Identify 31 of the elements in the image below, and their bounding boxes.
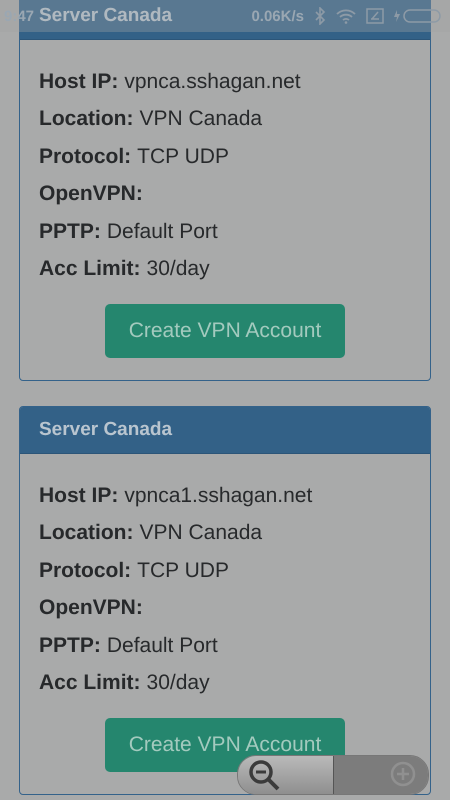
field-label: Host IP: (39, 484, 118, 508)
sim-icon (366, 8, 384, 24)
field-value: VPN Canada (140, 107, 262, 132)
network-speed: 0.06K/s (251, 8, 304, 24)
field-label: PPTP: (39, 220, 101, 244)
field-label: Acc Limit: (39, 671, 141, 696)
field-label: Protocol: (39, 558, 132, 583)
field-value: VPN Canada (140, 521, 262, 546)
bluetooth-icon (314, 7, 326, 25)
field-label: Acc Limit: (39, 257, 141, 282)
zoom-out-button[interactable] (238, 756, 334, 794)
field-value: 30/day (146, 257, 210, 282)
field-label: Location: (39, 107, 134, 132)
field-value: vpnca.sshagan.net (124, 70, 301, 94)
field-value: vpnca1.sshagan.net (124, 484, 312, 508)
field-label: OpenVPN: (39, 596, 143, 620)
card-header: Server Canada (20, 407, 430, 454)
create-account-button[interactable]: Create VPN Account (104, 304, 346, 358)
wifi-icon (336, 8, 356, 24)
field-label: Protocol: (39, 144, 132, 169)
field-label: Host IP: (39, 70, 118, 94)
field-label: PPTP: (39, 634, 101, 658)
field-value: TCP UDP (137, 558, 229, 583)
zoom-out-icon (248, 759, 282, 791)
battery-icon (394, 8, 442, 24)
field-label: Location: (39, 521, 134, 546)
field-value: 30/day (146, 671, 210, 696)
field-value: Default Port (106, 634, 218, 658)
field-value: Default Port (106, 220, 218, 244)
field-value: TCP UDP (137, 144, 229, 169)
field-label: OpenVPN: (39, 182, 143, 206)
